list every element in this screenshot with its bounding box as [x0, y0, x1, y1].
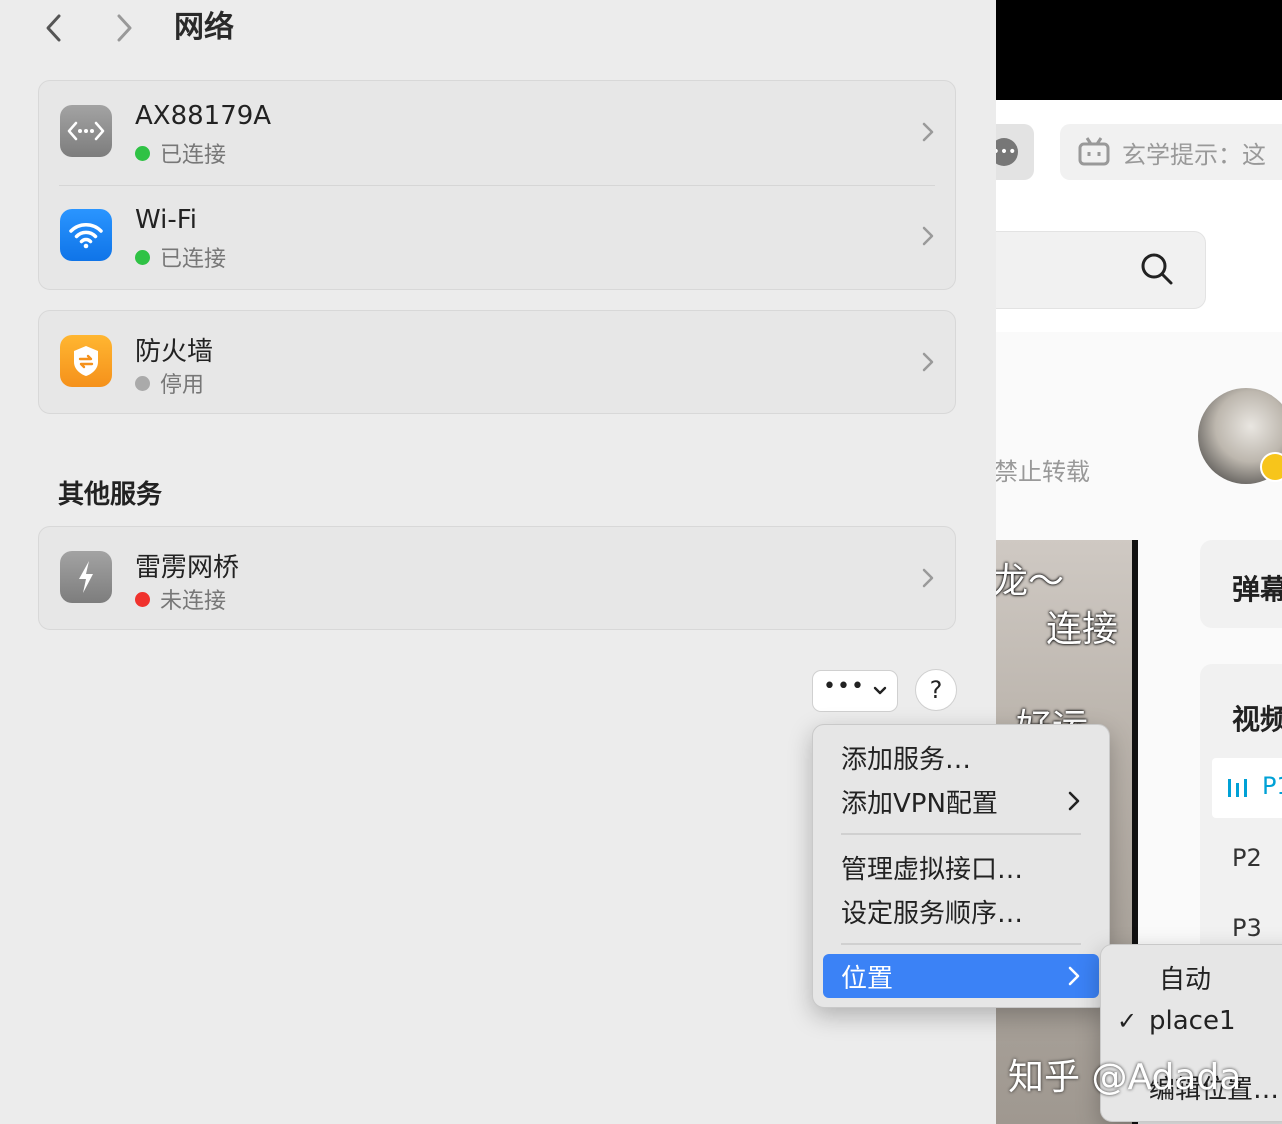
- service-status: 已连接: [135, 241, 226, 273]
- more-actions-button[interactable]: •••: [812, 670, 898, 712]
- menu-item-label: 管理虚拟接口…: [841, 854, 1024, 885]
- firewall-icon: [60, 335, 112, 387]
- actions-dropdown-menu: 添加服务… 添加VPN配置 管理虚拟接口… 设定服务顺序… 位置: [812, 724, 1110, 1008]
- page-title: 网络: [174, 10, 234, 45]
- menu-item-label: 添加服务…: [841, 744, 972, 775]
- menu-item-label: 添加VPN配置: [841, 788, 998, 819]
- browser-top-black-area: [996, 0, 1282, 100]
- menu-item-location[interactable]: 位置: [823, 954, 1099, 998]
- service-status: 已连接: [135, 137, 226, 169]
- video-subtitle: 龙～: [996, 561, 1065, 602]
- other-services-group: 雷雳网桥 未连接: [38, 526, 956, 630]
- search-icon[interactable]: [1140, 252, 1174, 286]
- chevron-left-icon: [46, 14, 61, 42]
- video-subtitle: 连接: [1046, 609, 1119, 650]
- thunderbolt-icon: [60, 551, 112, 603]
- firewall-row[interactable]: 防火墙 停用: [39, 311, 955, 413]
- wifi-icon: [60, 209, 112, 261]
- chevron-down-icon: [873, 686, 887, 695]
- location-item-auto[interactable]: 自动: [1111, 955, 1282, 999]
- menu-divider: [841, 833, 1081, 835]
- search-input[interactable]: [996, 231, 1206, 309]
- menu-item-add-vpn-config[interactable]: 添加VPN配置: [823, 779, 1099, 823]
- service-status-text: 未连接: [160, 589, 227, 614]
- status-dot-icon: [135, 249, 150, 265]
- firewall-name: 防火墙: [135, 337, 214, 367]
- service-name: 雷雳网桥: [135, 553, 240, 583]
- playlist-item-p3[interactable]: P3: [1232, 914, 1262, 942]
- hint-text: 玄学提示：这: [1122, 140, 1266, 169]
- verified-badge-icon: [1260, 452, 1282, 482]
- section-heading-other-services: 其他服务: [58, 480, 163, 510]
- status-dot-icon: [135, 591, 150, 607]
- video-list-label: 视频: [1232, 703, 1282, 736]
- service-row-thunderbolt-bridge[interactable]: 雷雳网桥 未连接: [39, 527, 955, 629]
- hint-bar[interactable]: 玄学提示：这: [1060, 124, 1282, 180]
- menu-item-label: 位置: [841, 963, 894, 994]
- back-button[interactable]: [34, 8, 74, 48]
- service-status: 未连接: [135, 583, 226, 615]
- menu-item-label: 自动: [1159, 964, 1212, 995]
- chevron-right-icon: [1068, 791, 1080, 811]
- more-icon: •••: [823, 674, 865, 699]
- status-dot-icon: [135, 145, 150, 161]
- menu-item-manage-virtual-interfaces[interactable]: 管理虚拟接口…: [823, 845, 1099, 889]
- location-item-place1[interactable]: ✓ place1: [1111, 999, 1282, 1043]
- chevron-right-icon: [922, 226, 934, 246]
- ethernet-icon: [60, 105, 112, 157]
- watermark-text: 知乎 @Adada: [1008, 1057, 1242, 1098]
- firewall-status-text: 停用: [160, 373, 205, 398]
- service-row-wifi[interactable]: Wi-Fi 已连接: [39, 185, 955, 289]
- playing-icon: [1228, 779, 1247, 797]
- chevron-right-icon: [922, 122, 934, 142]
- firewall-status: 停用: [135, 367, 204, 399]
- menu-item-set-service-order[interactable]: 设定服务顺序…: [823, 889, 1099, 933]
- chevron-right-icon: [922, 352, 934, 372]
- no-repost-text: 禁止转载: [996, 458, 1090, 486]
- chevron-right-icon: [117, 14, 132, 42]
- chevron-right-icon: [1068, 966, 1080, 986]
- menu-item-label: 设定服务顺序…: [841, 898, 1024, 929]
- network-services-group: AX88179A 已连接 Wi-Fi 已连接: [38, 80, 956, 290]
- checkmark-icon: ✓: [1117, 1007, 1138, 1035]
- playlist-item-p1[interactable]: P1: [1262, 772, 1282, 800]
- service-name: Wi-Fi: [135, 205, 198, 235]
- service-status-text: 已连接: [160, 143, 227, 168]
- help-button[interactable]: ?: [915, 669, 957, 711]
- forward-button[interactable]: [104, 8, 144, 48]
- menu-item-label: place1: [1149, 1006, 1236, 1036]
- status-dot-icon: [135, 375, 150, 391]
- chevron-right-icon: [922, 568, 934, 588]
- playlist-item-p2[interactable]: P2: [1232, 844, 1262, 872]
- tv-icon: [1078, 137, 1110, 166]
- danmaku-label: 弹幕: [1232, 573, 1282, 606]
- firewall-group: 防火墙 停用: [38, 310, 956, 414]
- menu-divider: [841, 943, 1081, 945]
- service-name: AX88179A: [135, 101, 272, 131]
- service-status-text: 已连接: [160, 247, 227, 272]
- service-row-ax88179a[interactable]: AX88179A 已连接: [39, 81, 955, 185]
- menu-item-add-service[interactable]: 添加服务…: [823, 735, 1099, 779]
